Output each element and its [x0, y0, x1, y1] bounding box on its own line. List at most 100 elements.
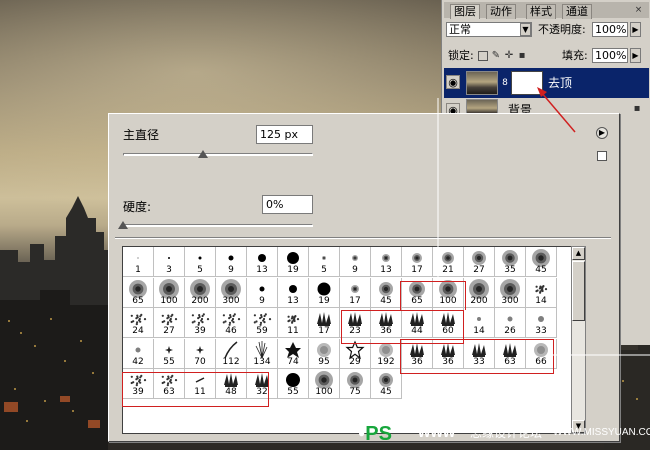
brush-preset[interactable]: 1 [123, 247, 154, 277]
layer-mask-thumbnail[interactable] [511, 71, 543, 95]
lock-transparency-icon[interactable] [478, 51, 488, 61]
brush-preset[interactable]: 21 [433, 247, 464, 277]
layer-row-selected[interactable]: ◉ 8 去顶 [444, 68, 649, 98]
brush-preset[interactable]: 27 [464, 247, 495, 277]
brush-preset[interactable]: 13 [371, 247, 402, 277]
brush-preset[interactable]: 36 [433, 338, 464, 369]
lock-pixels-icon[interactable]: ✎ [491, 51, 501, 61]
brush-preset[interactable]: 23 [340, 308, 371, 338]
scroll-thumb[interactable] [572, 261, 585, 321]
brush-preset[interactable]: 33 [526, 308, 557, 338]
close-icon[interactable]: × [634, 6, 643, 15]
scroll-up-icon[interactable]: ▲ [572, 247, 585, 260]
brush-preset[interactable]: 17 [402, 247, 433, 277]
brush-preset[interactable]: 17 [309, 308, 340, 338]
opacity-field[interactable]: 100% [592, 22, 628, 37]
brush-preset[interactable]: 39 [185, 308, 216, 338]
brush-preset[interactable]: 59 [247, 308, 278, 338]
brush-preset[interactable]: 48 [216, 369, 247, 399]
brush-preset[interactable]: 66 [526, 338, 557, 369]
lock-position-icon[interactable]: ✛ [504, 51, 514, 61]
tab-channels[interactable]: 通道 [562, 4, 592, 19]
fill-field[interactable]: 100% [592, 48, 628, 63]
brush-size-label: 65 [411, 295, 423, 306]
brush-preset[interactable]: 45 [371, 277, 402, 308]
hardness-slider-thumb[interactable] [118, 221, 128, 229]
brush-grid-scrollbar[interactable]: ▲ ▼ [571, 246, 586, 434]
tab-layers[interactable]: 图层 [450, 4, 480, 19]
brush-preset[interactable]: 29 [340, 338, 371, 369]
brush-preset[interactable]: 55 [278, 369, 309, 399]
brush-preset[interactable]: 46 [216, 308, 247, 338]
brush-preset[interactable]: 9 [340, 247, 371, 277]
brush-preset[interactable]: 200 [464, 277, 495, 308]
brush-preset[interactable]: 74 [278, 338, 309, 369]
brush-preset[interactable]: 55 [154, 338, 185, 369]
brush-size-label: 17 [349, 295, 361, 306]
brush-preset[interactable]: 63 [495, 338, 526, 369]
brush-preset[interactable]: 39 [123, 369, 154, 399]
brush-preset[interactable]: 3 [154, 247, 185, 277]
brush-preset[interactable]: 300 [216, 277, 247, 308]
brush-preset[interactable]: 13 [247, 247, 278, 277]
brush-preset[interactable]: 19 [309, 277, 340, 308]
eye-icon[interactable]: ◉ [446, 75, 460, 89]
brush-preset[interactable]: 14 [464, 308, 495, 338]
brush-preset[interactable]: 35 [495, 247, 526, 277]
brush-preset[interactable]: 95 [309, 338, 340, 369]
brush-preset[interactable]: 9 [216, 247, 247, 277]
link-icon[interactable]: 8 [501, 76, 509, 90]
brush-preset[interactable]: 45 [371, 369, 402, 399]
brush-preset[interactable]: 36 [371, 308, 402, 338]
brush-preset[interactable]: 36 [402, 338, 433, 369]
brush-preset[interactable]: 19 [278, 247, 309, 277]
brush-preset[interactable]: 45 [526, 247, 557, 277]
brush-preset[interactable]: 60 [433, 308, 464, 338]
brush-preset[interactable]: 5 [309, 247, 340, 277]
brush-preset[interactable]: 134 [247, 338, 278, 369]
brush-preset[interactable]: 14 [526, 277, 557, 308]
brush-preset[interactable]: 5 [185, 247, 216, 277]
brush-preset[interactable]: 200 [185, 277, 216, 308]
brush-preset[interactable]: 42 [123, 338, 154, 369]
brush-preset[interactable]: 75 [340, 369, 371, 399]
brush-preset[interactable]: 63 [154, 369, 185, 399]
opacity-arrow-icon[interactable]: ▶ [630, 22, 641, 37]
brush-preset[interactable]: 24 [123, 308, 154, 338]
brush-preset[interactable]: 9 [247, 277, 278, 308]
brush-preset[interactable]: 100 [154, 277, 185, 308]
brush-preset[interactable]: 17 [340, 277, 371, 308]
hardness-input[interactable]: 0% [262, 195, 313, 214]
brush-preset[interactable]: 27 [154, 308, 185, 338]
brush-preset[interactable]: 100 [309, 369, 340, 399]
brush-preset[interactable]: 13 [278, 277, 309, 308]
lock-all-icon[interactable]: ▪ [517, 51, 527, 61]
brush-menu-icon[interactable]: ▶ [596, 127, 608, 139]
hardness-track[interactable] [123, 224, 313, 227]
new-preset-icon[interactable] [597, 151, 607, 161]
brush-preset[interactable]: 26 [495, 308, 526, 338]
brush-preset[interactable]: 32 [247, 369, 278, 399]
master-diameter-input[interactable]: 125 px [256, 125, 313, 144]
brush-preset[interactable]: 100 [433, 277, 464, 308]
brush-preset[interactable]: 70 [185, 338, 216, 369]
brush-size-label: 17 [411, 265, 423, 275]
master-diameter-slider-thumb[interactable] [197, 150, 208, 158]
brush-size-label: 100 [315, 387, 333, 397]
tab-actions[interactable]: 动作 [486, 4, 516, 19]
brush-preset[interactable]: 44 [402, 308, 433, 338]
brush-size-label: 36 [442, 356, 454, 367]
brush-preset[interactable]: 11 [278, 308, 309, 338]
fill-arrow-icon[interactable]: ▶ [630, 48, 641, 63]
brush-preset[interactable]: 33 [464, 338, 495, 369]
brush-preset[interactable]: 192 [371, 338, 402, 369]
brush-preset[interactable]: 112 [216, 338, 247, 369]
brush-preset[interactable]: 11 [185, 369, 216, 399]
brush-preset[interactable]: 300 [495, 277, 526, 308]
hardness-label: 硬度: [123, 200, 152, 214]
chevron-down-icon[interactable]: ▼ [520, 23, 531, 36]
brush-preset[interactable]: 65 [123, 277, 154, 308]
brush-preset[interactable]: 65 [402, 277, 433, 308]
tab-styles[interactable]: 样式 [526, 4, 556, 19]
master-diameter-track[interactable] [123, 153, 313, 156]
